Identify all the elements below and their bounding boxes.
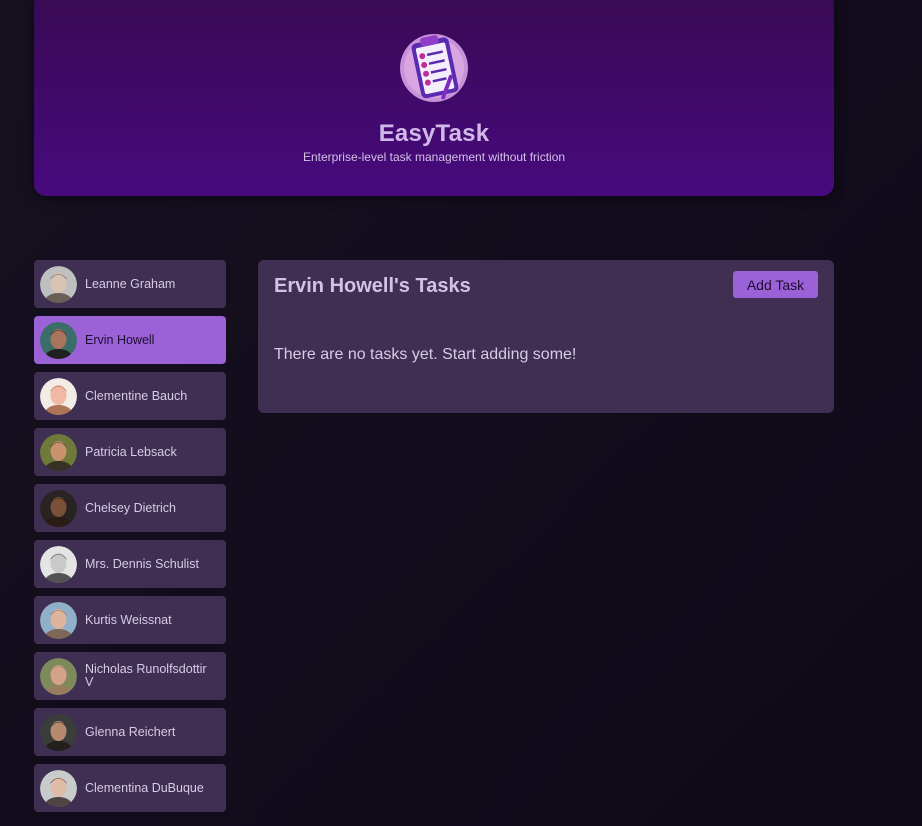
user-name: Leanne Graham	[85, 276, 176, 291]
user-name: Kurtis Weissnat	[85, 612, 172, 627]
user-name: Glenna Reichert	[85, 724, 176, 739]
empty-tasks-message: There are no tasks yet. Start adding som…	[274, 346, 577, 363]
app-header: EasyTask Enterprise-level task managemen…	[34, 0, 834, 196]
user-name: Clementina DuBuque	[85, 780, 204, 795]
user-item[interactable]: Ervin Howell	[34, 316, 226, 364]
add-task-button[interactable]: Add Task	[733, 271, 818, 298]
user-avatar	[40, 321, 77, 359]
user-item[interactable]: Mrs. Dennis Schulist	[34, 540, 226, 588]
user-name: Nicholas Runolfsdottir V	[85, 662, 207, 689]
app-title: EasyTask	[378, 120, 490, 147]
user-avatar	[40, 713, 77, 751]
user-avatar	[40, 657, 77, 695]
app-subtitle: Enterprise-level task management without…	[302, 150, 566, 164]
user-avatar	[40, 769, 77, 807]
user-name: Chelsey Dietrich	[85, 500, 177, 515]
user-name: Patricia Lebsack	[85, 444, 177, 459]
user-item[interactable]: Patricia Lebsack	[34, 428, 226, 476]
user-list: Leanne Graham Ervin Howell Clementine Bauc…	[34, 260, 226, 820]
user-item[interactable]: Leanne Graham	[34, 260, 226, 308]
user-item[interactable]: Chelsey Dietrich	[34, 484, 226, 532]
tasks-panel: Ervin Howell's Tasks Add Task There are …	[258, 260, 834, 413]
user-item[interactable]: Kurtis Weissnat	[34, 596, 226, 644]
user-name: Ervin Howell	[85, 332, 155, 347]
user-avatar	[40, 433, 77, 471]
user-item[interactable]: Glenna Reichert	[34, 708, 226, 756]
user-avatar	[40, 489, 77, 527]
user-item[interactable]: Nicholas Runolfsdottir V	[34, 652, 226, 700]
user-avatar	[40, 377, 77, 415]
user-avatar	[40, 601, 77, 639]
user-avatar	[40, 265, 77, 303]
user-item[interactable]: Clementine Bauch	[34, 372, 226, 420]
user-name: Mrs. Dennis Schulist	[85, 556, 199, 571]
clipboard-checklist-icon	[400, 34, 468, 102]
user-avatar	[40, 545, 77, 583]
user-item[interactable]: Clementina DuBuque	[34, 764, 226, 812]
user-name: Clementine Bauch	[85, 388, 188, 403]
tasks-title: Ervin Howell's Tasks	[274, 275, 471, 297]
